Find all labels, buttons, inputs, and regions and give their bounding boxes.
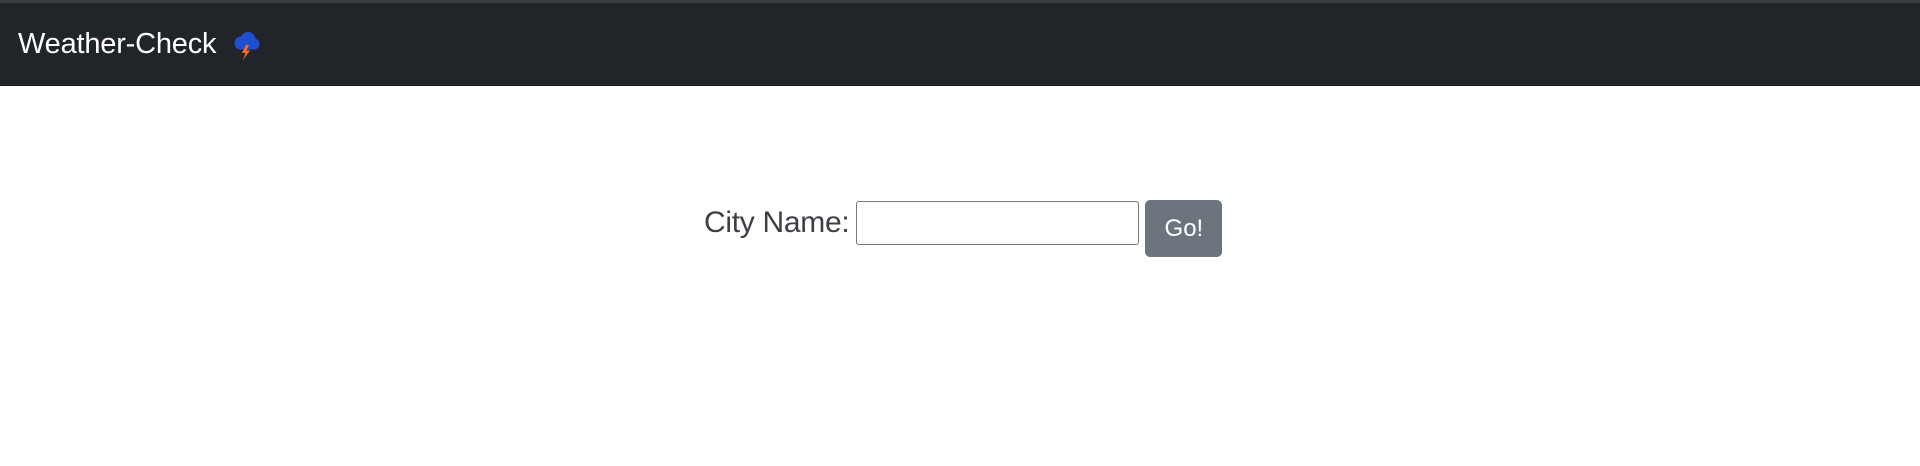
city-search-form: City Name: Go! — [704, 194, 1223, 257]
city-name-label: City Name: — [704, 205, 850, 239]
brand-link[interactable]: Weather-Check — [18, 28, 261, 61]
go-button[interactable]: Go! — [1145, 200, 1223, 257]
brand-title: Weather-Check — [18, 27, 217, 60]
navbar: Weather-Check — [0, 3, 1920, 86]
thunder-cloud-icon — [229, 28, 261, 60]
main-content: City Name: Go! — [0, 86, 1920, 466]
city-name-input[interactable] — [856, 200, 1140, 245]
